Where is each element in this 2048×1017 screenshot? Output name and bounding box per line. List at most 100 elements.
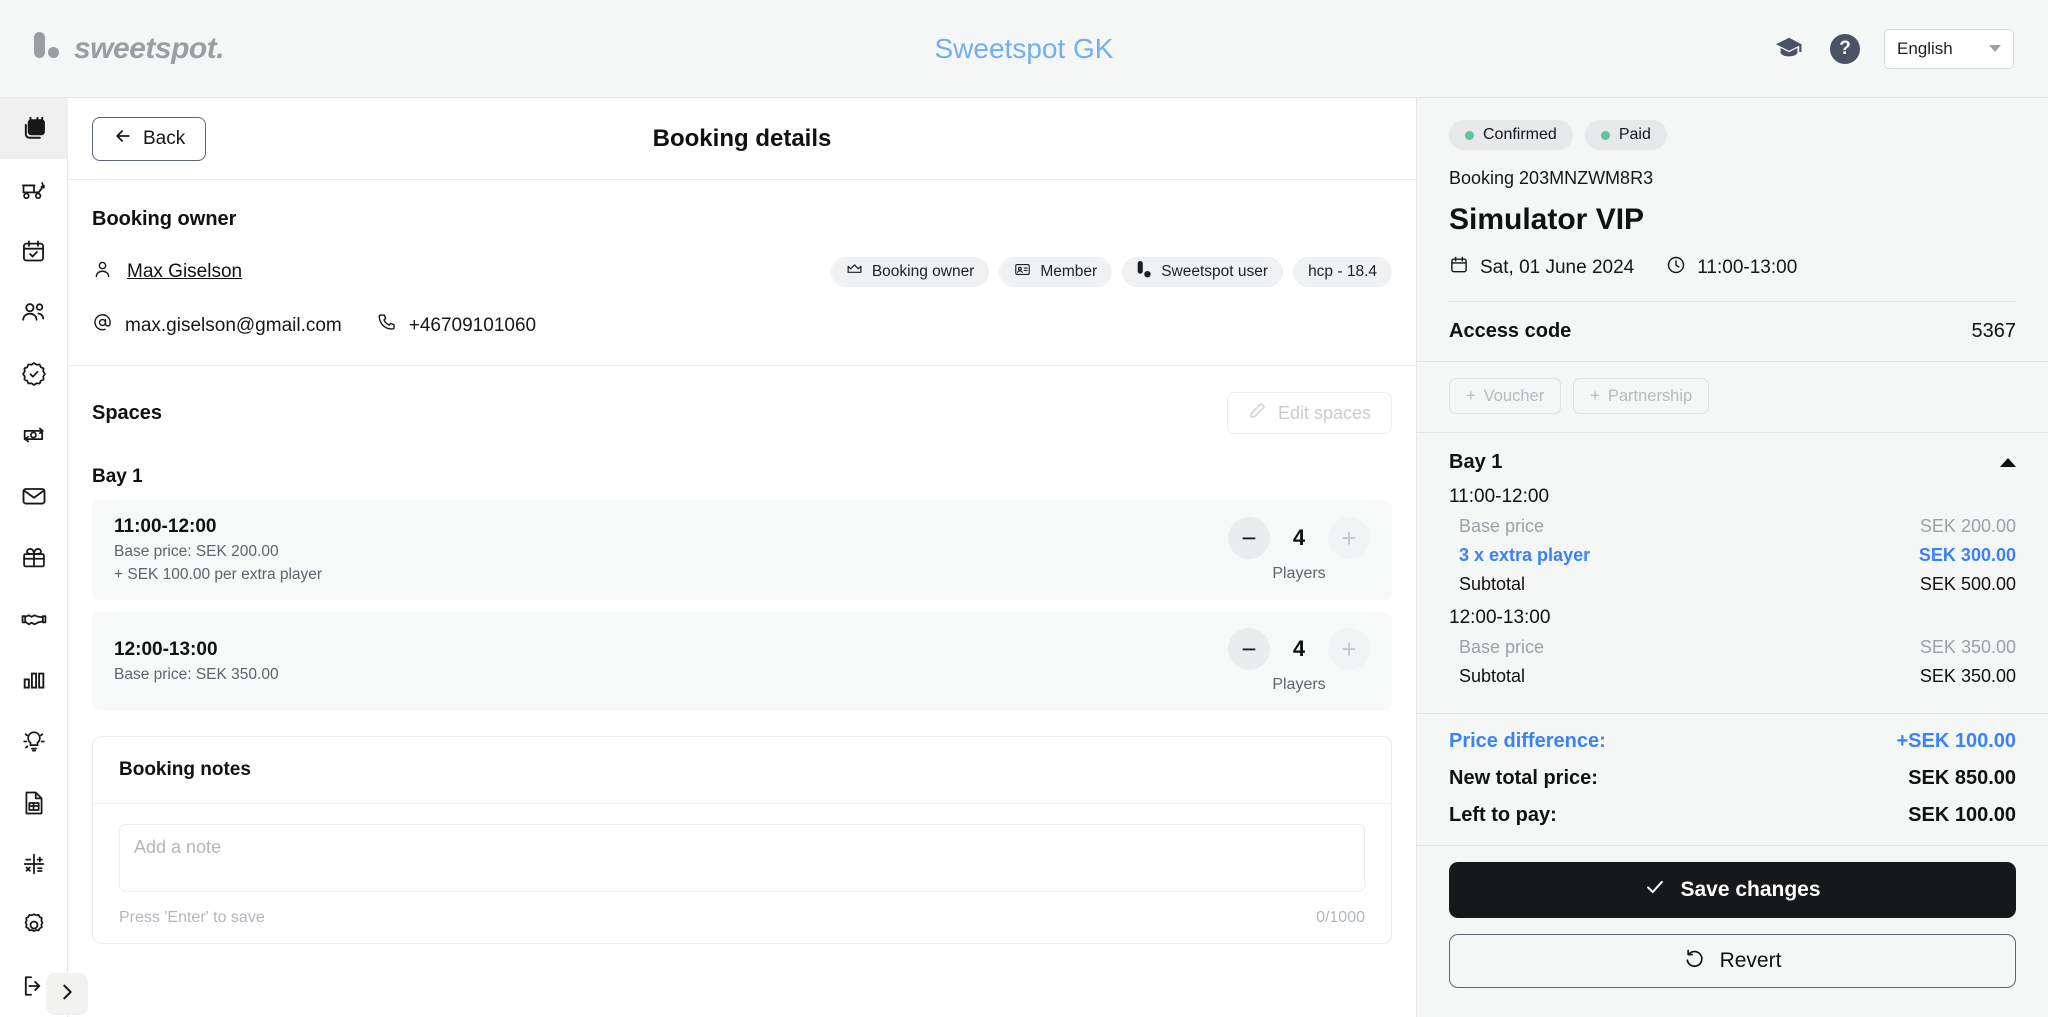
sidebar-item-accounting[interactable] (0, 833, 68, 894)
add-partnership-label: Partnership (1607, 386, 1693, 405)
sidebar-item-payments[interactable] (0, 404, 68, 465)
lightbulb-icon (20, 727, 48, 755)
breakdown-header[interactable]: Bay 1 (1449, 451, 2016, 474)
slot-time: 11:00-12:00 (114, 516, 217, 537)
main-content: Back Booking details Booking owner Max G… (68, 98, 1416, 1017)
players-value: 4 (1292, 525, 1306, 550)
save-changes-button[interactable]: Save changes (1449, 862, 2016, 918)
badge-booking-owner: Booking owner (830, 257, 990, 287)
logout-icon (20, 972, 48, 1000)
badge-label: hcp - 18.4 (1308, 263, 1377, 280)
plus-icon[interactable]: + (1328, 628, 1370, 670)
slot-extra-price: + SEK 100.00 per extra player (114, 566, 323, 583)
sidebar-item-settings[interactable] (0, 894, 68, 955)
owner-name-text: Max Giselson (127, 261, 243, 282)
check-icon (1644, 876, 1666, 904)
save-changes-label: Save changes (1680, 878, 1821, 901)
stepper-row: − 4 + (1228, 628, 1370, 670)
breakdown-slot-time: 11:00-12:00 (1449, 486, 1550, 507)
breakdown-line-amount: SEK 300.00 (1918, 545, 2016, 565)
booking-notes-hint: Press 'Enter' to save (119, 909, 265, 926)
owner-email-text: max.giselson@gmail.com (125, 314, 342, 336)
brand-logo[interactable]: sweetspot. (0, 31, 225, 66)
plus-icon[interactable]: + (1328, 517, 1370, 559)
access-code-label: Access code (1449, 320, 1572, 342)
badge-member: Member (999, 257, 1113, 287)
sidebar-item-golf-cart[interactable] (0, 159, 68, 220)
access-code-value: 5367 (1971, 320, 2017, 342)
plus-icon: + (1590, 386, 1600, 405)
spaces-section: Spaces Edit spaces Bay 1 11:00-12:00 Bas… (68, 366, 1416, 710)
app-root: sweetspot. Sweetspot GK ? English Back B… (0, 0, 2048, 1017)
badge-label: Sweetspot user (1161, 263, 1269, 280)
revert-button[interactable]: Revert (1449, 934, 2016, 988)
top-header: sweetspot. Sweetspot GK ? English (0, 0, 2048, 98)
price-breakdown-section: Bay 1 11:00-12:00 Base price SEK 200.00 … (1417, 433, 2048, 697)
clock-icon (1666, 255, 1686, 281)
booking-reference: Booking 203MNZWM8R3 (1449, 168, 1654, 188)
undo-icon (1684, 947, 1706, 975)
owner-name-link[interactable]: Max Giselson (92, 259, 242, 286)
minus-icon[interactable]: − (1228, 517, 1270, 559)
minus-icon[interactable]: − (1228, 628, 1270, 670)
edit-spaces-button[interactable]: Edit spaces (1226, 392, 1392, 434)
sidebar-item-verification[interactable] (0, 343, 68, 404)
sidebar-item-vouchers[interactable] (0, 527, 68, 588)
booking-notes-input[interactable] (119, 824, 1365, 892)
sidebar-item-schedule[interactable] (0, 221, 68, 282)
price-difference-label: Price difference: (1449, 730, 1606, 752)
sidebar-item-insights[interactable] (0, 711, 68, 772)
help-circle-icon[interactable]: ? (1828, 32, 1862, 66)
gift-icon (20, 543, 48, 571)
sidebar-item-reports[interactable] (0, 772, 68, 833)
sidebar-item-members[interactable] (0, 282, 68, 343)
new-total-label: New total price: (1449, 767, 1598, 789)
sidebar-item-partnerships[interactable] (0, 588, 68, 649)
calendar-stack-icon (20, 115, 48, 143)
breakdown-line-label: Subtotal (1459, 666, 1526, 686)
left-to-pay-amount: SEK 100.00 (1908, 804, 2016, 826)
add-voucher-button[interactable]: + Voucher (1449, 378, 1562, 414)
totals-section: Price difference: +SEK 100.00 New total … (1417, 713, 2048, 845)
breakdown-line-amount: SEK 350.00 (1919, 637, 2016, 657)
back-button[interactable]: Back (92, 116, 207, 161)
slot-info: 12:00-13:00 Base price: SEK 350.00 (114, 639, 279, 684)
add-partnership-button[interactable]: + Partnership (1573, 378, 1710, 414)
crown-icon (846, 261, 863, 283)
status-dot-icon (1600, 130, 1610, 140)
owner-phone[interactable]: +46709101060 (376, 312, 536, 339)
back-button-label: Back (143, 127, 186, 149)
breakdown-bay-label: Bay 1 (1449, 451, 1503, 473)
badge-check-icon (20, 360, 48, 388)
calendar-check-icon (20, 238, 47, 265)
booking-date-text: Sat, 01 June 2024 (1480, 257, 1635, 278)
status-badge-paid: Paid (1584, 120, 1667, 150)
add-voucher-label: Voucher (1483, 386, 1545, 405)
booking-notes-footer: Press 'Enter' to save 0/1000 (119, 909, 1365, 927)
graduation-cap-icon[interactable] (1772, 32, 1806, 66)
logo-wordmark: sweetspot. (74, 31, 225, 65)
booking-notes-counter: 0/1000 (1316, 909, 1365, 926)
language-select[interactable]: English (1884, 28, 2014, 69)
booking-summary-panel: Confirmed Paid Booking 203MNZWM8R3 Simul… (1416, 98, 2048, 1017)
left-to-pay-row: Left to pay: SEK 100.00 (1449, 804, 2016, 827)
sidebar-item-messages[interactable] (0, 466, 68, 527)
booking-owner-section: Booking owner Max Giselson Booking owner… (68, 180, 1416, 366)
players-label: Players (1272, 676, 1326, 693)
owner-phone-text: +46709101060 (408, 314, 537, 336)
breakdown-line: Base price SEK 200.00 (1449, 516, 2016, 537)
breakdown-line: 3 x extra player SEK 300.00 (1449, 545, 2016, 566)
sidebar-item-bookings[interactable] (0, 98, 68, 160)
owner-badges: Booking owner Member Sweetspot user hcp … (830, 257, 1392, 287)
owner-email[interactable]: max.giselson@gmail.com (92, 312, 342, 339)
at-icon (92, 312, 113, 339)
caret-up-icon[interactable] (2000, 458, 2016, 467)
header-actions: ? English (1772, 28, 2048, 69)
owner-name-row: Max Giselson Booking owner Member Sweets… (92, 257, 1392, 287)
booking-time-text: 11:00-13:00 (1697, 257, 1798, 278)
owner-contact-row: max.giselson@gmail.com +46709101060 (92, 312, 1392, 339)
sidebar-item-statistics[interactable] (0, 649, 68, 710)
slot-base-price: Base price: SEK 350.00 (114, 665, 279, 683)
sidebar-collapse-button[interactable] (46, 973, 88, 1015)
badge-label: Booking owner (871, 263, 975, 280)
